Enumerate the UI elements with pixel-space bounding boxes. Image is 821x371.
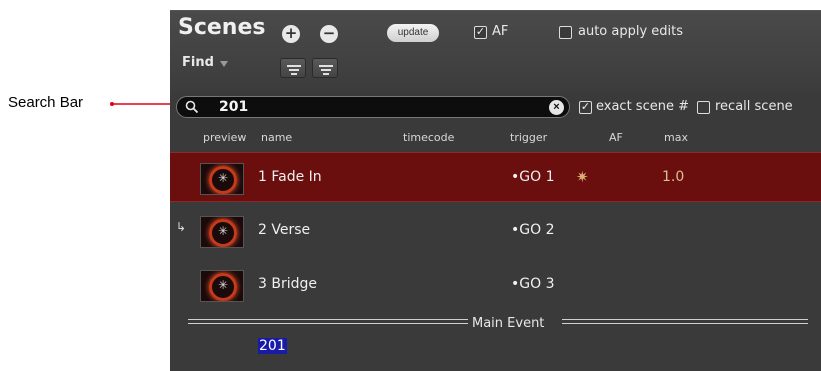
column-header-max[interactable]: max (664, 131, 688, 144)
scene-trigger: •GO 3 (511, 276, 555, 292)
clear-search-button[interactable]: × (549, 100, 564, 115)
scenes-panel: Scenes + − update ✓ AF auto apply edits … (170, 10, 821, 371)
scene-name: 2 Verse (258, 222, 311, 238)
scene-preview-thumbnail: ✳ (200, 270, 244, 302)
filter-button[interactable] (312, 58, 338, 78)
search-bar[interactable]: 201 × (176, 96, 570, 118)
scene-name: 1 Fade In (258, 169, 322, 185)
af-label: AF (492, 24, 509, 39)
search-input[interactable]: 201 (219, 99, 248, 115)
column-header-timecode[interactable]: timecode (403, 131, 454, 144)
column-header-trigger[interactable]: trigger (510, 131, 547, 144)
table-row[interactable]: ✳ 1 Fade In •GO 1 ✷ 1.0 (170, 152, 821, 202)
scene-trigger: •GO 2 (511, 222, 555, 238)
recall-scene-label: recall scene (715, 99, 793, 114)
scene-name: 3 Bridge (258, 276, 317, 292)
chevron-down-icon (220, 61, 228, 67)
scene-max: 1.0 (662, 169, 685, 185)
recall-scene-checkbox[interactable] (697, 101, 710, 114)
update-button[interactable]: update (387, 24, 439, 42)
divider-label: Main Event (472, 316, 545, 331)
add-scene-button[interactable]: + (282, 25, 300, 43)
link-arrow-icon: ↳ (176, 220, 187, 234)
annotation-label: Search Bar (8, 94, 84, 111)
event-divider: Main Event (188, 316, 808, 331)
search-result-highlight: 201 (258, 338, 287, 354)
table-row[interactable]: ↳ ✳ 2 Verse •GO 2 (170, 206, 821, 256)
column-header-af[interactable]: AF (609, 131, 623, 144)
exact-scene-checkbox[interactable]: ✓ (579, 101, 592, 114)
scene-preview-thumbnail: ✳ (200, 163, 244, 195)
find-menu[interactable]: Find (182, 55, 214, 70)
table-row[interactable]: ✳ 3 Bridge •GO 3 (170, 260, 821, 310)
remove-scene-button[interactable]: − (320, 25, 338, 43)
column-header-preview[interactable]: preview (203, 131, 246, 144)
sort-button[interactable] (280, 58, 306, 78)
scene-preview-thumbnail: ✳ (200, 216, 244, 248)
column-header-name[interactable]: name (261, 131, 292, 144)
auto-apply-checkbox[interactable] (559, 26, 572, 39)
gear-icon[interactable]: ✷ (576, 168, 589, 186)
exact-scene-label: exact scene # (596, 99, 689, 114)
page-title: Scenes (178, 15, 266, 40)
scene-trigger: •GO 1 (511, 169, 555, 185)
search-icon (185, 100, 199, 114)
auto-apply-label: auto apply edits (578, 24, 684, 39)
af-checkbox[interactable]: ✓ (474, 26, 487, 39)
